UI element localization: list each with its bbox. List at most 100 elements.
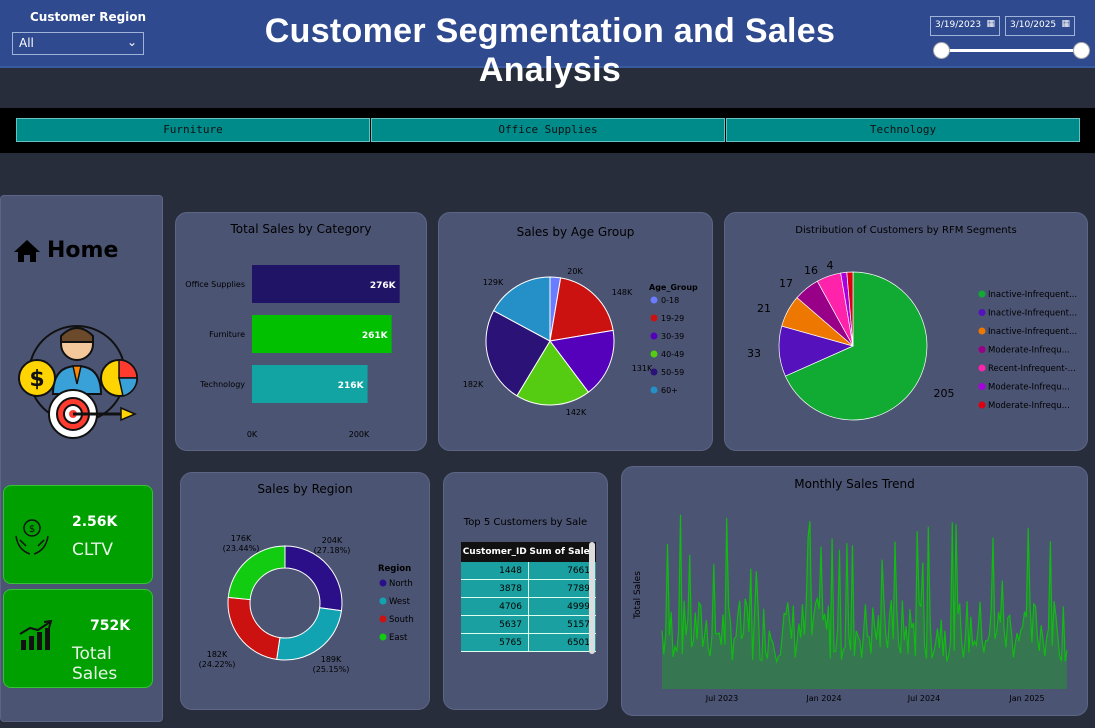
donut-percent-label: (24.22%) (199, 660, 236, 669)
legend-label: 19-29 (661, 314, 684, 323)
table-row[interactable]: 5765 6501 (461, 634, 596, 652)
pie-data-label: 33 (747, 347, 761, 360)
legend-marker (978, 309, 986, 316)
donut-chart-region: 204K(27.18%) 189K(25.15%) 182K(24.22%) 176K… (199, 534, 414, 674)
category-filter-bar: Furniture Office Supplies Technology (0, 108, 1095, 153)
category-button-furniture[interactable]: Furniture (16, 118, 370, 142)
home-nav-link[interactable]: Home (13, 238, 118, 263)
table-scrollbar[interactable] (589, 542, 595, 654)
donut-slice-west (276, 607, 343, 661)
legend-marker (650, 314, 658, 322)
total-sales-label: Total Sales (72, 644, 118, 684)
legend-marker (978, 364, 986, 372)
svg-text:$: $ (29, 367, 44, 392)
trend-area (662, 514, 1067, 689)
x-tick-label: Jan 2024 (805, 694, 841, 703)
legend-label: 0-18 (661, 296, 679, 305)
table-cell: 6501 (567, 638, 590, 648)
x-tick-label: Jan 2025 (1008, 694, 1044, 703)
pie-chart-age: 20K 148K 131K 142K 182K 129K Age_Group 0-18 19-2… (463, 267, 698, 417)
legend-title: Age_Group (649, 283, 698, 292)
home-label: Home (47, 238, 119, 263)
pie-data-label: 131K (632, 364, 653, 373)
region-filter-dropdown[interactable]: All ⌄ (12, 32, 144, 55)
hands-coin-icon: $ (15, 519, 49, 555)
legend-marker (978, 290, 986, 298)
donut-percent-label: (25.15%) (313, 665, 350, 674)
bar-chart-category: Office Supplies 276K Furniture 261K Technolo… (185, 265, 400, 439)
table-cell: 7789 (567, 584, 590, 594)
table-cell: 1448 (461, 562, 529, 579)
legend-marker (650, 386, 658, 394)
y-axis-label: Total Sales (633, 571, 643, 620)
donut-percent-label: (27.18%) (314, 546, 351, 555)
x-tick-label: Jul 2023 (705, 694, 739, 703)
legend-title: Region (378, 564, 411, 574)
legend-marker (379, 597, 387, 605)
date-slider-end-handle[interactable] (1073, 42, 1090, 59)
donut-slice-east (227, 545, 286, 601)
category-button-technology[interactable]: Technology (726, 118, 1080, 142)
pie-data-label: 21 (757, 302, 771, 315)
table-row[interactable]: 3878 7789 (461, 580, 596, 598)
table-row[interactable]: 1448 7661 (461, 562, 596, 580)
table-cell: 4999 (567, 602, 590, 612)
legend-label: 60+ (661, 386, 678, 395)
date-start-value: 3/19/2023 (935, 20, 982, 30)
legend-label: South (389, 615, 414, 625)
chevron-down-icon: ⌄ (126, 35, 137, 49)
pie-data-label: 129K (483, 278, 504, 287)
legend-marker (379, 579, 387, 587)
home-icon (14, 239, 40, 262)
legend-marker (379, 633, 387, 641)
donut-slice-south (227, 596, 281, 660)
legend-marker (978, 327, 986, 335)
table-title: Top 5 Customers by Sale (463, 517, 588, 528)
table-cell: 5637 (461, 616, 529, 633)
pie-data-label: 205 (934, 387, 955, 400)
date-end-input[interactable]: 3/10/2025 ▦ (1005, 16, 1075, 36)
date-range-slider[interactable] (942, 49, 1082, 52)
table-row[interactable]: 4706 4999 (461, 598, 596, 616)
pie-data-label: 142K (566, 408, 587, 417)
table-cell: 3878 (461, 580, 529, 597)
top-customers-table: Customer_ID Sum of Sales 1448 7661 3878 778… (461, 542, 596, 652)
x-tick-label: 200K (349, 430, 370, 439)
growth-chart-icon (19, 620, 53, 650)
region-filter-value: All (19, 36, 34, 50)
card-sales-by-category: Total Sales by Category Office Supplies 2… (175, 212, 427, 451)
table-cell: 5765 (461, 634, 529, 651)
donut-value-label: 176K (231, 534, 252, 543)
column-header-customer-id[interactable]: Customer_ID (461, 542, 529, 562)
card-sales-by-age: Sales by Age Group 20K 148K 131K 142K 182K 12… (438, 212, 713, 451)
legend-label: 40-49 (661, 350, 684, 359)
date-slider-start-handle[interactable] (933, 42, 950, 59)
date-start-input[interactable]: 3/19/2023 ▦ (930, 16, 1000, 36)
date-end-value: 3/10/2025 (1010, 20, 1057, 30)
legend-label: East (389, 633, 408, 643)
legend-marker (379, 615, 387, 623)
category-button-office-supplies[interactable]: Office Supplies (371, 118, 725, 142)
legend-label: 30-39 (661, 332, 684, 341)
pie-data-label: 148K (612, 288, 633, 297)
x-tick-label: 0K (247, 430, 258, 439)
x-tick-label: Jul 2024 (907, 694, 941, 703)
table-header: Customer_ID Sum of Sales (461, 542, 596, 562)
legend-marker (978, 383, 986, 390)
legend-marker (650, 350, 658, 358)
cltv-value: 2.56K (72, 514, 118, 530)
page-title: Customer Segmentation and Sales Analysis (264, 12, 836, 89)
legend-label: 50-59 (661, 368, 684, 377)
bar-category-label: Office Supplies (185, 280, 245, 289)
legend-label: Inactive-Infrequent... (988, 327, 1077, 337)
table-cell: 5157 (567, 620, 590, 630)
table-row[interactable]: 5637 5157 (461, 616, 596, 634)
donut-value-label: 204K (322, 536, 343, 545)
legend-label: Inactive-Infrequent... (988, 309, 1077, 319)
column-header-sum-of-sales[interactable]: Sum of Sales (529, 542, 597, 562)
customer-target-icon: $ (18, 325, 138, 439)
legend-marker (978, 401, 986, 409)
svg-text:$: $ (29, 524, 35, 535)
legend-label: Moderate-Infrequ... (988, 346, 1070, 356)
header: Customer Region All ⌄ Customer Segmentat… (0, 0, 1095, 89)
